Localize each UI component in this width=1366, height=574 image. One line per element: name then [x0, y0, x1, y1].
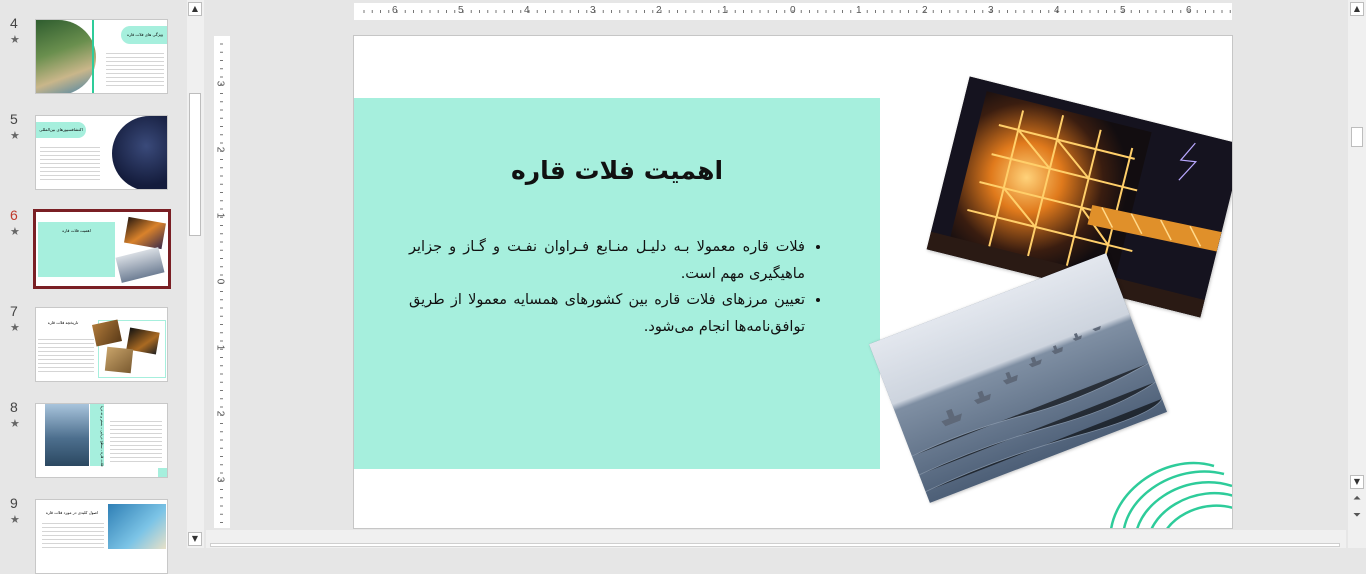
ruler-number: 6 [1186, 5, 1192, 16]
thumbnail-scrollbar[interactable]: ▲ ▼ [187, 0, 204, 548]
thumbnail-number: 6 [10, 207, 18, 223]
ruler-number: 3 [214, 476, 226, 483]
thumbnail-title: تاریخچه فلات قاره [47, 320, 79, 325]
slide-title[interactable]: اهمیت فلات قاره [354, 156, 880, 185]
navy-thumbnail [115, 247, 165, 283]
ruler-number: 5 [458, 5, 464, 16]
previous-slide-icon[interactable]: ⏶ [1351, 493, 1363, 505]
ruler-number: 1 [856, 5, 862, 16]
slide-thumbnail-7[interactable]: تاریخچه فلات قاره [35, 307, 168, 382]
animation-star-icon: ★ [10, 33, 20, 46]
scroll-down-arrow-icon[interactable]: ▼ [188, 532, 202, 546]
scroll-down-arrow-icon[interactable]: ▼ [1350, 475, 1364, 489]
warship-photo-thumbnail [45, 404, 89, 466]
horizontal-scrollbar[interactable] [206, 530, 1346, 548]
thumbnail-number: 8 [10, 399, 18, 415]
text-lines [38, 336, 94, 374]
ruler-number: 0 [790, 5, 796, 16]
ruler-number: 1 [214, 344, 226, 351]
animation-star-icon: ★ [10, 321, 20, 334]
thumbnail-number: 7 [10, 303, 18, 319]
animation-star-icon: ★ [10, 129, 20, 142]
scroll-up-arrow-icon[interactable]: ▲ [188, 2, 202, 16]
text-lines [42, 520, 104, 550]
oil-rig-thumbnail [124, 216, 166, 250]
scrollbar-thumb[interactable] [210, 543, 1340, 547]
aerial-photo-thumbnail [108, 504, 166, 549]
thumbnail-title: اهمیت فلات قاره [62, 228, 91, 233]
ruler-number: 4 [524, 5, 530, 16]
ruler-number: 3 [590, 5, 596, 16]
horizontal-ruler: 6 5 4 3 2 1 0 1 2 3 4 5 6 [354, 3, 1232, 20]
vertical-ruler: 3 2 1 0 1 2 3 [214, 36, 230, 528]
ruler-number: 3 [214, 80, 226, 87]
next-slide-icon[interactable]: ⏷ [1351, 510, 1363, 522]
thumbnail-number: 4 [10, 15, 18, 31]
bullet-item[interactable]: تعیین مرزهای فلات قاره بین کشورهای همسای… [409, 287, 805, 340]
ruler-number: 0 [214, 278, 226, 285]
document-photo-thumbnail [104, 346, 134, 374]
bullet-item[interactable]: فلات قاره معمولا بـه دلیـل منـابع فـراوا… [409, 234, 805, 287]
slide-scrollbar[interactable]: ▲ ▼ ⏶ ⏷ [1348, 0, 1366, 548]
animation-star-icon: ★ [10, 225, 20, 238]
thumbnail-title: ویژگی های فلات قاره [121, 26, 167, 44]
bullet-list[interactable]: فلات قاره معمولا بـه دلیـل منـابع فـراوا… [409, 234, 821, 340]
text-lines [106, 50, 164, 88]
scrollbar-thumb[interactable] [1351, 127, 1363, 147]
slide-thumbnail-9[interactable]: اصول کلیدی در مورد فلات قاره [35, 499, 168, 574]
thumbnail-corner [158, 468, 167, 477]
ruler-number: 1 [214, 212, 226, 219]
animation-star-icon: ★ [10, 417, 20, 430]
scroll-up-arrow-icon[interactable]: ▲ [1350, 2, 1364, 16]
circle-outline [88, 20, 94, 93]
ruler-number: 2 [922, 5, 928, 16]
thumbnail-number: 9 [10, 495, 18, 511]
slide-thumbnail-4[interactable]: ویژگی های فلات قاره [35, 19, 168, 94]
ruler-number: 1 [722, 5, 728, 16]
ruler-number: 4 [1054, 5, 1060, 16]
night-map-thumbnail [112, 116, 167, 189]
slide-thumbnail-5[interactable]: اکتشافسیورهای بین‌المللی [35, 115, 168, 190]
ruler-number: 3 [988, 5, 994, 16]
ruler-number: 2 [214, 410, 226, 417]
thumbnail-title: اکتشافسیورهای بین‌المللی [36, 122, 86, 138]
animation-star-icon: ★ [10, 513, 20, 526]
scrollbar-thumb[interactable] [189, 93, 201, 236]
text-lines [40, 144, 100, 182]
ruler-number: 5 [1120, 5, 1126, 16]
ruler-number: 2 [214, 146, 226, 153]
thumbnail-title: اصول کلیدی در مورد فلات قاره [45, 510, 99, 515]
slide-thumbnail-6[interactable]: اهمیت فلات قاره [33, 209, 171, 289]
ruler-number: 2 [656, 5, 662, 16]
decorative-arcs-graphic [1110, 461, 1232, 528]
slide-canvas[interactable]: اهمیت فلات قاره فلات قاره معمولا بـه دلی… [353, 35, 1233, 529]
ruler-number: 6 [392, 5, 398, 16]
slide-thumbnail-8[interactable]: فلات قاره - سطح دریایی – بستر و ته دریا [35, 403, 168, 478]
thumbnail-title: فلات قاره - سطح دریایی – بستر و ته دریا [100, 406, 104, 467]
thumbnail-number: 5 [10, 111, 18, 127]
coast-photo-thumbnail [36, 20, 96, 93]
text-lines [110, 418, 162, 462]
slide-thumbnail-pane: 4 ★ ویژگی های فلات قاره 5 ★ اکتشافسیورها… [0, 0, 186, 574]
